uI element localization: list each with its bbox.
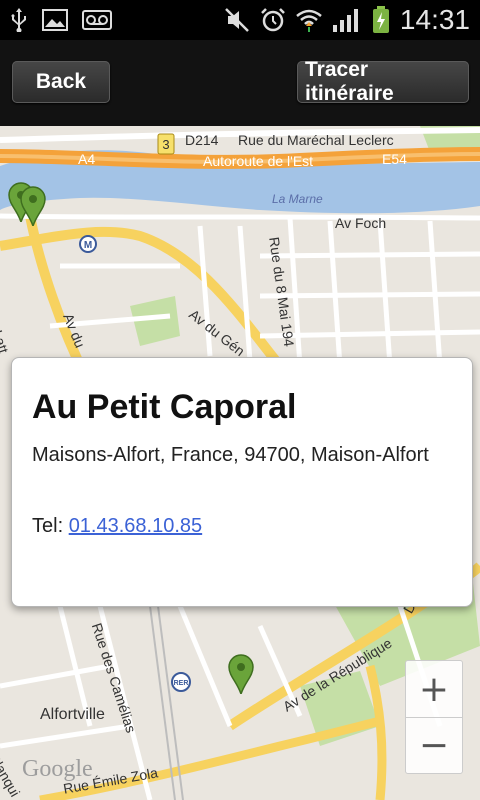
label-alfortville: Alfortville xyxy=(40,706,105,723)
route-button[interactable]: Tracer itinéraire xyxy=(297,58,469,105)
label-e54: E54 xyxy=(382,151,407,167)
place-phone: Tel: 01.43.68.10.85 xyxy=(32,515,202,538)
svg-text:M: M xyxy=(84,240,92,251)
place-title: Au Petit Caporal xyxy=(32,388,297,426)
mute-icon xyxy=(224,7,250,33)
map-view[interactable]: 3 M RER D214 Rue du Maréchal Leclerc A4 … xyxy=(0,126,480,800)
place-address: Maisons-Alfort, France, 94700, Maison-Al… xyxy=(32,444,429,466)
image-icon xyxy=(42,9,68,31)
info-popup[interactable]: Au Petit Caporal Maisons-Alfort, France,… xyxy=(11,357,473,607)
phone-link[interactable]: 01.43.68.10.85 xyxy=(69,515,202,537)
svg-text:3: 3 xyxy=(162,137,169,152)
back-button[interactable]: Back xyxy=(12,61,110,103)
status-time: 14:31 xyxy=(399,4,470,35)
label-d214: D214 xyxy=(185,132,219,148)
battery-charging-icon xyxy=(372,6,390,34)
label-autoroute-est: Autoroute de l'Est xyxy=(203,153,314,169)
label-a4: A4 xyxy=(78,151,96,167)
phone-label: Tel: xyxy=(32,515,64,537)
usb-icon xyxy=(10,8,28,32)
label-rue-marechal-leclerc: Rue du Maréchal Leclerc xyxy=(238,132,394,148)
action-bar: Back Tracer itinéraire xyxy=(0,40,480,126)
wifi-icon xyxy=(296,8,322,32)
signal-icon xyxy=(332,7,362,33)
zoom-out-button[interactable]: − xyxy=(405,717,463,774)
status-bar: 14:31 xyxy=(0,0,480,40)
google-logo: Google xyxy=(22,756,93,782)
label-av-foch: Av Foch xyxy=(335,215,387,231)
voicemail-icon xyxy=(82,10,112,30)
alarm-icon xyxy=(260,7,286,33)
label-la-marne: La Marne xyxy=(272,192,323,206)
svg-text:RER: RER xyxy=(174,680,189,687)
zoom-in-button[interactable]: + xyxy=(405,660,463,718)
